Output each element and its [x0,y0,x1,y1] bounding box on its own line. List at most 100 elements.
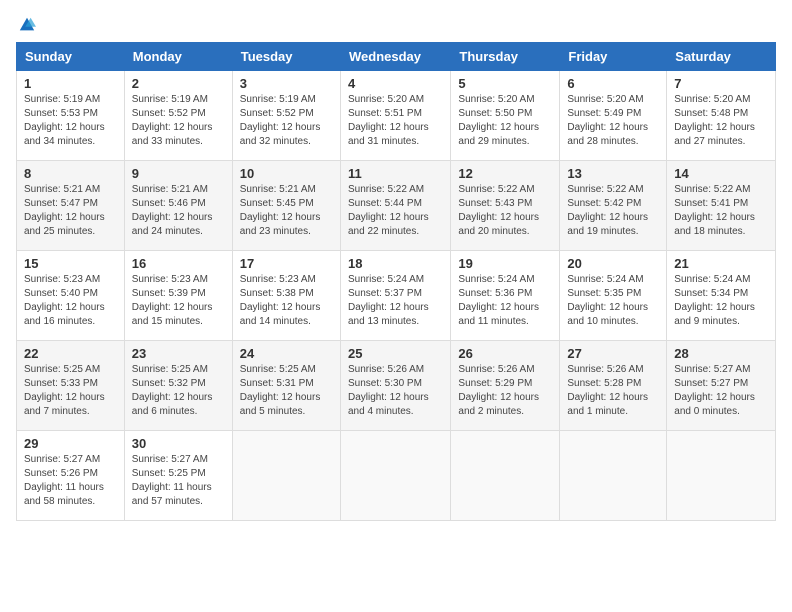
calendar-cell: 13 Sunrise: 5:22 AMSunset: 5:42 PMDayligh… [560,161,667,251]
day-info: Sunrise: 5:24 AMSunset: 5:34 PMDaylight:… [674,273,768,329]
calendar-cell [560,431,667,521]
logo-icon [18,16,36,34]
day-info: Sunrise: 5:23 AMSunset: 5:40 PMDaylight:… [24,273,117,329]
calendar-cell: 21 Sunrise: 5:24 AMSunset: 5:34 PMDayligh… [667,251,776,341]
day-info: Sunrise: 5:22 AMSunset: 5:42 PMDaylight:… [567,183,659,239]
calendar-week-row: 15 Sunrise: 5:23 AMSunset: 5:40 PMDayligh… [17,251,776,341]
days-of-week-row: SundayMondayTuesdayWednesdayThursdayFrid… [17,43,776,71]
calendar-cell: 8Sunrise: 5:21 AMSunset: 5:47 PMDaylight… [17,161,125,251]
day-info: Sunrise: 5:26 AMSunset: 5:29 PMDaylight:… [458,363,552,419]
day-info: Sunrise: 5:27 AMSunset: 5:25 PMDaylight:… [132,453,225,509]
calendar-cell: 1 Sunrise: 5:19 AMSunset: 5:53 PMDaylight… [17,71,125,161]
calendar-cell [232,431,340,521]
day-info: Sunrise: 5:19 AMSunset: 5:52 PMDaylight:… [240,93,333,149]
day-info: Sunrise: 5:20 AMSunset: 5:49 PMDaylight:… [567,93,659,149]
day-number: 4 [348,76,443,91]
day-info: Sunrise: 5:25 AMSunset: 5:32 PMDaylight:… [132,363,225,419]
day-number: 16 [132,256,225,271]
day-info: Sunrise: 5:26 AMSunset: 5:30 PMDaylight:… [348,363,443,419]
logo [16,16,36,34]
calendar-cell: 3 Sunrise: 5:19 AMSunset: 5:52 PMDaylight… [232,71,340,161]
calendar-cell: 15 Sunrise: 5:23 AMSunset: 5:40 PMDayligh… [17,251,125,341]
day-info: Sunrise: 5:24 AMSunset: 5:36 PMDaylight:… [458,273,552,329]
calendar-cell: 23 Sunrise: 5:25 AMSunset: 5:32 PMDayligh… [124,341,232,431]
calendar-cell: 30 Sunrise: 5:27 AMSunset: 5:25 PMDayligh… [124,431,232,521]
day-of-week-header: Tuesday [232,43,340,71]
day-number: 30 [132,436,225,451]
calendar-cell: 16 Sunrise: 5:23 AMSunset: 5:39 PMDayligh… [124,251,232,341]
day-number: 9 [132,166,225,181]
day-info: Sunrise: 5:20 AMSunset: 5:50 PMDaylight:… [458,93,552,149]
calendar-cell [451,431,560,521]
day-info: Sunrise: 5:22 AMSunset: 5:41 PMDaylight:… [674,183,768,239]
day-number: 5 [458,76,552,91]
calendar-week-row: 29Sunrise: 5:27 AMSunset: 5:26 PMDayligh… [17,431,776,521]
day-of-week-header: Monday [124,43,232,71]
day-info: Sunrise: 5:25 AMSunset: 5:33 PMDaylight:… [24,363,117,419]
calendar-cell: 26 Sunrise: 5:26 AMSunset: 5:29 PMDayligh… [451,341,560,431]
day-number: 17 [240,256,333,271]
day-number: 21 [674,256,768,271]
day-number: 22 [24,346,117,361]
calendar-week-row: 8Sunrise: 5:21 AMSunset: 5:47 PMDaylight… [17,161,776,251]
day-number: 28 [674,346,768,361]
day-info: Sunrise: 5:22 AMSunset: 5:43 PMDaylight:… [458,183,552,239]
calendar-cell: 4 Sunrise: 5:20 AMSunset: 5:51 PMDaylight… [340,71,450,161]
day-of-week-header: Wednesday [340,43,450,71]
calendar-cell: 14 Sunrise: 5:22 AMSunset: 5:41 PMDayligh… [667,161,776,251]
calendar-cell: 24 Sunrise: 5:25 AMSunset: 5:31 PMDayligh… [232,341,340,431]
day-number: 10 [240,166,333,181]
day-number: 6 [567,76,659,91]
header [16,16,776,34]
calendar: SundayMondayTuesdayWednesdayThursdayFrid… [16,42,776,521]
day-of-week-header: Saturday [667,43,776,71]
day-number: 24 [240,346,333,361]
calendar-cell: 28 Sunrise: 5:27 AMSunset: 5:27 PMDayligh… [667,341,776,431]
day-info: Sunrise: 5:22 AMSunset: 5:44 PMDaylight:… [348,183,443,239]
day-number: 14 [674,166,768,181]
day-number: 1 [24,76,117,91]
day-of-week-header: Thursday [451,43,560,71]
day-info: Sunrise: 5:24 AMSunset: 5:37 PMDaylight:… [348,273,443,329]
day-info: Sunrise: 5:23 AMSunset: 5:39 PMDaylight:… [132,273,225,329]
calendar-cell: 7Sunrise: 5:20 AMSunset: 5:48 PMDaylight… [667,71,776,161]
day-info: Sunrise: 5:23 AMSunset: 5:38 PMDaylight:… [240,273,333,329]
day-number: 19 [458,256,552,271]
day-number: 20 [567,256,659,271]
calendar-cell: 10 Sunrise: 5:21 AMSunset: 5:45 PMDayligh… [232,161,340,251]
calendar-cell: 2Sunrise: 5:19 AMSunset: 5:52 PMDaylight… [124,71,232,161]
day-number: 23 [132,346,225,361]
calendar-cell: 17 Sunrise: 5:23 AMSunset: 5:38 PMDayligh… [232,251,340,341]
calendar-cell [667,431,776,521]
calendar-body: 1 Sunrise: 5:19 AMSunset: 5:53 PMDaylight… [17,71,776,521]
day-number: 25 [348,346,443,361]
day-info: Sunrise: 5:27 AMSunset: 5:27 PMDaylight:… [674,363,768,419]
calendar-cell: 25 Sunrise: 5:26 AMSunset: 5:30 PMDayligh… [340,341,450,431]
day-info: Sunrise: 5:19 AMSunset: 5:52 PMDaylight:… [132,93,225,149]
day-number: 13 [567,166,659,181]
day-number: 26 [458,346,552,361]
day-number: 3 [240,76,333,91]
day-info: Sunrise: 5:24 AMSunset: 5:35 PMDaylight:… [567,273,659,329]
day-info: Sunrise: 5:20 AMSunset: 5:51 PMDaylight:… [348,93,443,149]
calendar-cell: 29Sunrise: 5:27 AMSunset: 5:26 PMDayligh… [17,431,125,521]
calendar-cell: 9 Sunrise: 5:21 AMSunset: 5:46 PMDaylight… [124,161,232,251]
day-number: 27 [567,346,659,361]
day-info: Sunrise: 5:20 AMSunset: 5:48 PMDaylight:… [674,93,768,149]
calendar-cell: 6 Sunrise: 5:20 AMSunset: 5:49 PMDaylight… [560,71,667,161]
calendar-cell: 12Sunrise: 5:22 AMSunset: 5:43 PMDayligh… [451,161,560,251]
day-info: Sunrise: 5:19 AMSunset: 5:53 PMDaylight:… [24,93,117,149]
calendar-week-row: 1 Sunrise: 5:19 AMSunset: 5:53 PMDaylight… [17,71,776,161]
day-info: Sunrise: 5:25 AMSunset: 5:31 PMDaylight:… [240,363,333,419]
day-info: Sunrise: 5:26 AMSunset: 5:28 PMDaylight:… [567,363,659,419]
day-info: Sunrise: 5:21 AMSunset: 5:45 PMDaylight:… [240,183,333,239]
calendar-cell: 22 Sunrise: 5:25 AMSunset: 5:33 PMDayligh… [17,341,125,431]
day-number: 18 [348,256,443,271]
day-number: 15 [24,256,117,271]
day-of-week-header: Friday [560,43,667,71]
day-info: Sunrise: 5:21 AMSunset: 5:46 PMDaylight:… [132,183,225,239]
calendar-cell: 20 Sunrise: 5:24 AMSunset: 5:35 PMDayligh… [560,251,667,341]
calendar-cell: 18 Sunrise: 5:24 AMSunset: 5:37 PMDayligh… [340,251,450,341]
calendar-cell: 27 Sunrise: 5:26 AMSunset: 5:28 PMDayligh… [560,341,667,431]
day-info: Sunrise: 5:27 AMSunset: 5:26 PMDaylight:… [24,453,117,509]
